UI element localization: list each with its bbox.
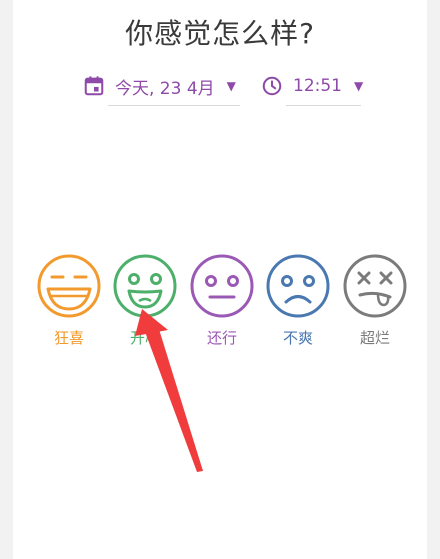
annotation-arrow: [135, 309, 203, 472]
